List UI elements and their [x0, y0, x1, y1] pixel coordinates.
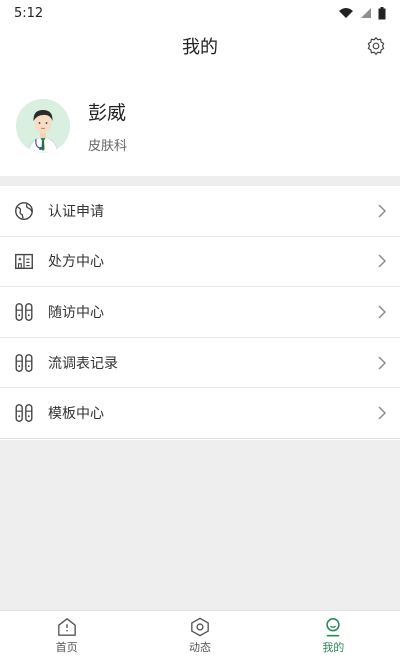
list-icon — [12, 401, 36, 425]
menu-item-survey-records[interactable]: 流调表记录 — [0, 338, 400, 389]
avatar — [16, 99, 70, 153]
profile-department: 皮肤科 — [88, 139, 128, 154]
menu-item-label: 随访中心 — [48, 304, 104, 321]
hexagon-icon — [191, 617, 209, 636]
app-header: 我的 — [0, 26, 400, 66]
globe-icon — [12, 199, 36, 223]
status-bar: 5:12 — [0, 0, 400, 26]
profile-name: 彭威 — [88, 102, 127, 124]
page-title: 我的 — [182, 37, 218, 58]
chevron-right-icon — [376, 355, 388, 371]
section-divider — [0, 176, 400, 186]
home-icon — [57, 617, 76, 636]
list-icon — [12, 300, 36, 324]
doctor-avatar-icon — [16, 99, 70, 153]
menu-item-followup[interactable]: 随访中心 — [0, 287, 400, 338]
menu-item-label: 模板中心 — [48, 406, 104, 423]
empty-content-area — [0, 440, 400, 610]
chevron-right-icon — [376, 405, 388, 421]
menu-item-certification[interactable]: 认证申请 — [0, 186, 400, 237]
chevron-right-icon — [376, 203, 388, 219]
tab-mine[interactable]: 我的 — [267, 611, 400, 660]
list-icon — [12, 351, 36, 375]
signal-icon — [361, 8, 371, 18]
profile-text: 彭威 皮肤科 — [88, 98, 127, 154]
menu-item-label: 认证申请 — [48, 203, 104, 220]
menu-item-label: 流调表记录 — [48, 355, 118, 372]
profile-icon — [326, 617, 340, 636]
settings-button[interactable] — [364, 34, 388, 58]
building-icon — [12, 249, 36, 273]
status-time: 5:12 — [14, 5, 44, 21]
tab-activity[interactable]: 动态 — [133, 611, 266, 660]
wifi-icon — [339, 8, 353, 18]
tab-label: 动态 — [188, 640, 211, 654]
tab-home[interactable]: 首页 — [0, 611, 133, 660]
gear-icon — [367, 37, 385, 55]
status-icons — [338, 6, 386, 20]
menu-item-templates[interactable]: 模板中心 — [0, 388, 400, 439]
battery-icon — [378, 6, 386, 19]
chevron-right-icon — [376, 304, 388, 320]
tab-label: 我的 — [322, 640, 345, 654]
profile-card[interactable]: 彭威 皮肤科 — [0, 78, 400, 174]
menu-item-prescription[interactable]: 处方中心 — [0, 237, 400, 288]
menu-list: 认证申请 处方中心 随访中心 流调表记录 模板中心 — [0, 186, 400, 439]
bottom-tab-bar: 首页 动态 我的 — [0, 610, 400, 660]
menu-item-label: 处方中心 — [48, 254, 104, 271]
chevron-right-icon — [376, 253, 388, 269]
tab-label: 首页 — [55, 640, 78, 654]
